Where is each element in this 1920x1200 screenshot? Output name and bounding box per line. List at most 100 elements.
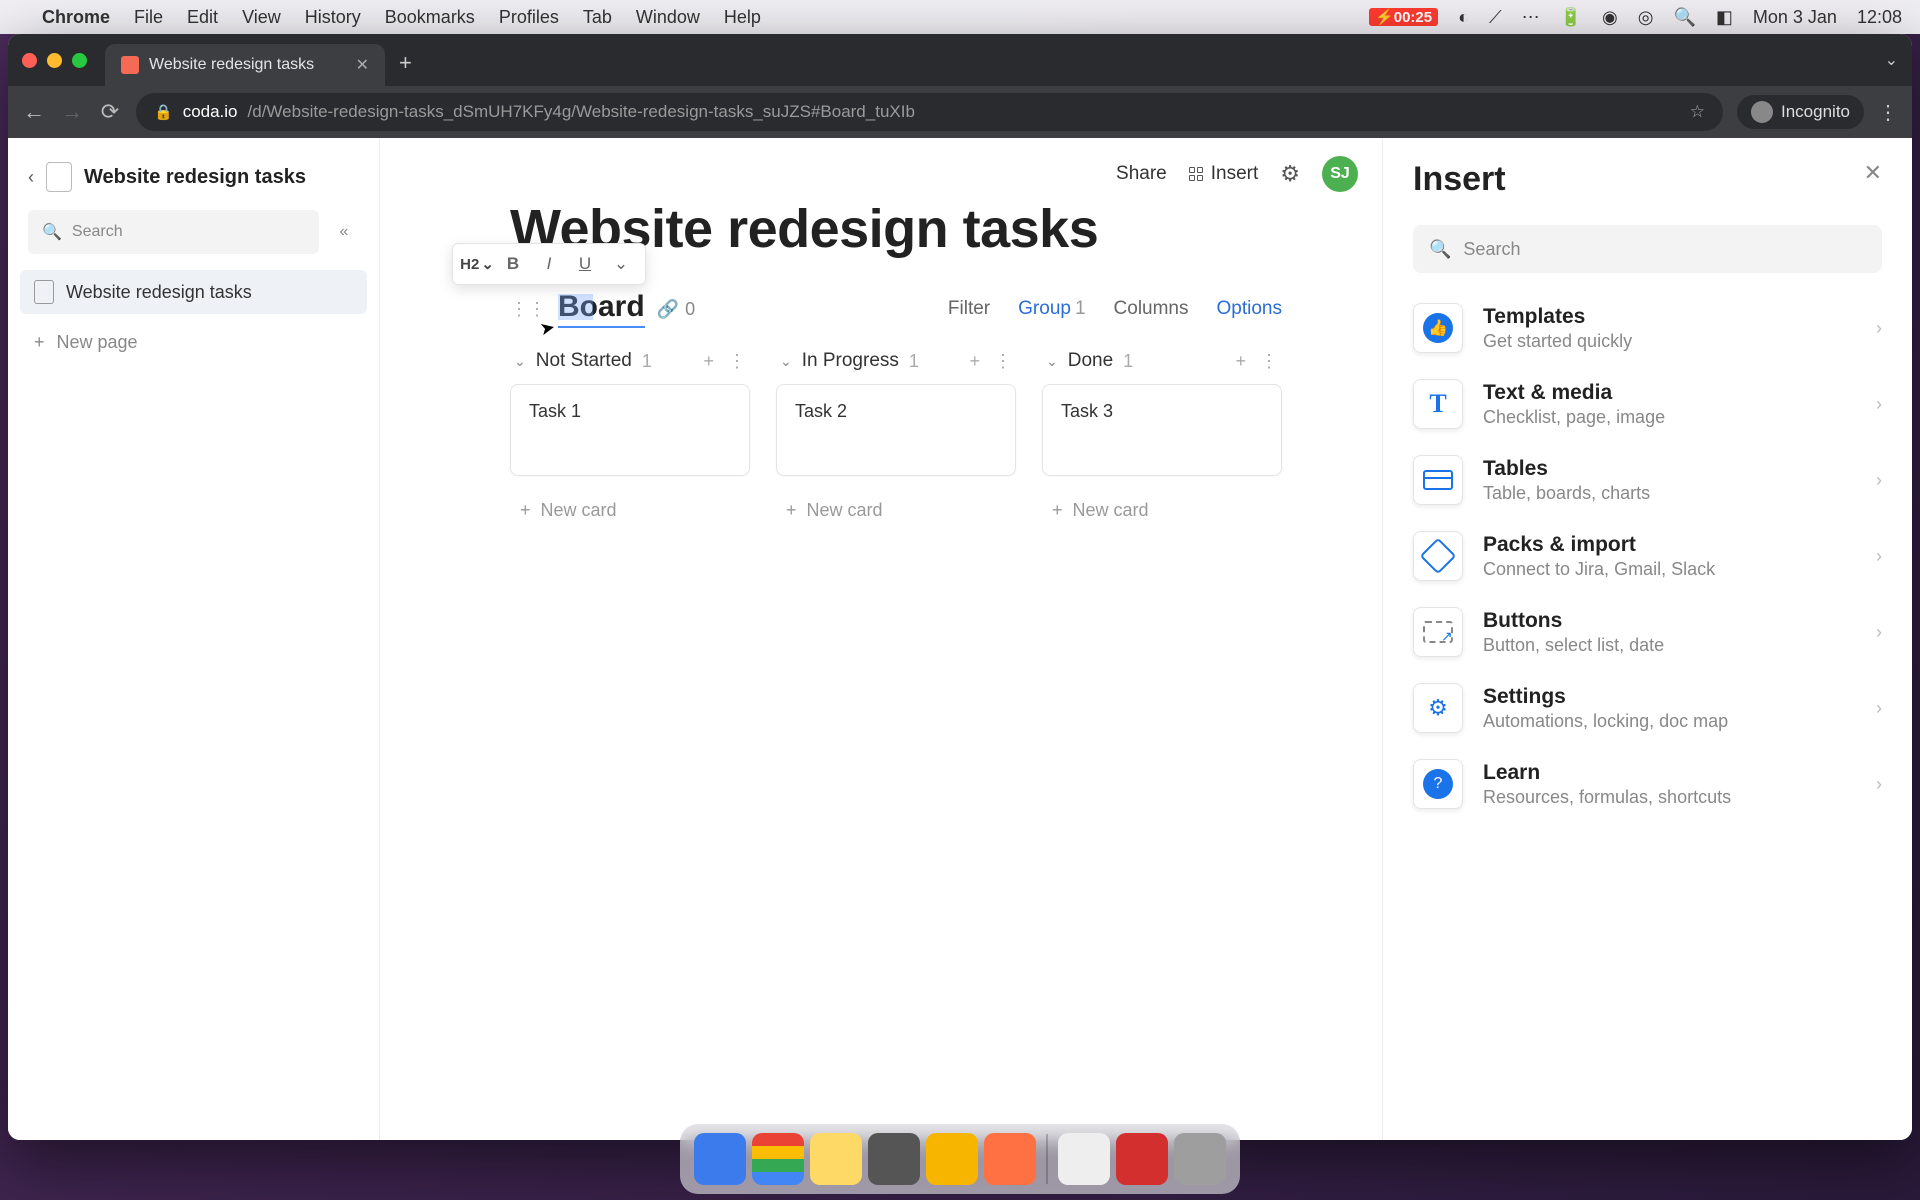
new-page-button[interactable]: + New page: [8, 320, 379, 365]
menubar-app-name[interactable]: Chrome: [42, 7, 110, 28]
back-chevron-icon[interactable]: ‹: [28, 167, 34, 188]
status-icon[interactable]: ◐: [1458, 7, 1469, 28]
tab-close-icon[interactable]: ✕: [356, 55, 369, 75]
board-columns-button[interactable]: Columns: [1114, 298, 1189, 320]
sidebar-page-item[interactable]: Website redesign tasks: [20, 270, 367, 314]
italic-button[interactable]: I: [533, 248, 565, 280]
more-format-button[interactable]: ⌄: [605, 248, 637, 280]
collapse-sidebar-button[interactable]: «: [329, 217, 359, 247]
menubar-window[interactable]: Window: [636, 7, 700, 28]
board-link-count[interactable]: 🔗 0: [657, 299, 695, 320]
underline-button[interactable]: U: [569, 248, 601, 280]
status-icon[interactable]: ⋯: [1522, 7, 1540, 28]
packs-icon: [1413, 531, 1463, 581]
menubar-date[interactable]: Mon 3 Jan: [1753, 7, 1837, 28]
insert-category-templates[interactable]: 👍 TemplatesGet started quickly ›: [1413, 303, 1882, 353]
new-card-button[interactable]: +New card: [510, 486, 750, 535]
mac-menubar: Chrome File Edit View History Bookmarks …: [0, 0, 1920, 34]
doc-title[interactable]: Website redesign tasks: [84, 166, 306, 189]
column-title[interactable]: In Progress: [802, 350, 899, 372]
column-title[interactable]: Done: [1068, 350, 1113, 372]
heading-selector[interactable]: H2 ⌄: [461, 248, 493, 280]
board-card[interactable]: Task 1: [510, 384, 750, 476]
dock-app[interactable]: [1058, 1133, 1110, 1185]
column-menu-icon[interactable]: ⋮: [994, 351, 1012, 372]
wifi-icon[interactable]: ◉: [1602, 7, 1618, 28]
board-card[interactable]: Task 3: [1042, 384, 1282, 476]
menubar-help[interactable]: Help: [724, 7, 761, 28]
battery-indicator[interactable]: ⚡00:25: [1369, 8, 1438, 26]
chrome-menu-button[interactable]: ⋮: [1878, 100, 1898, 125]
siri-icon[interactable]: ◧: [1716, 7, 1733, 28]
insert-category-tables[interactable]: TablesTable, boards, charts ›: [1413, 455, 1882, 505]
drag-handle-icon[interactable]: ⋮⋮: [510, 299, 546, 320]
dock-app[interactable]: [926, 1133, 978, 1185]
insert-panel-search[interactable]: 🔍 Search: [1413, 225, 1882, 273]
menubar-view[interactable]: View: [242, 7, 281, 28]
menubar-time[interactable]: 12:08: [1857, 7, 1902, 28]
insert-panel-title: Insert: [1413, 160, 1882, 199]
incognito-badge[interactable]: Incognito: [1737, 95, 1864, 129]
battery-icon[interactable]: 🔋: [1560, 7, 1582, 28]
status-icon[interactable]: ⟋: [1489, 7, 1502, 28]
bold-button[interactable]: B: [497, 248, 529, 280]
window-close-button[interactable]: [22, 53, 37, 68]
dock-trash-icon[interactable]: [1174, 1133, 1226, 1185]
board-group-button[interactable]: Group1: [1018, 298, 1085, 320]
board-options-button[interactable]: Options: [1217, 298, 1282, 320]
dock-app[interactable]: [984, 1133, 1036, 1185]
column-title[interactable]: Not Started: [536, 350, 632, 372]
add-card-icon[interactable]: +: [969, 351, 980, 372]
address-bar[interactable]: 🔒 coda.io/d/Website-redesign-tasks_dSmUH…: [136, 93, 1723, 131]
tab-overflow-icon[interactable]: ⌄: [1885, 50, 1898, 70]
page-icon: [34, 280, 54, 304]
chevron-down-icon[interactable]: ⌄: [780, 353, 792, 370]
new-card-button[interactable]: +New card: [776, 486, 1016, 535]
chevron-down-icon[interactable]: ⌄: [1046, 353, 1058, 370]
dock-app-terminal[interactable]: [868, 1133, 920, 1185]
plus-icon: +: [520, 500, 531, 521]
nav-forward-button[interactable]: →: [60, 99, 84, 125]
menubar-history[interactable]: History: [305, 7, 361, 28]
board-filter-button[interactable]: Filter: [948, 298, 990, 320]
add-card-icon[interactable]: +: [1235, 351, 1246, 372]
search-icon: 🔍: [42, 222, 62, 242]
dock-app-finder[interactable]: [694, 1133, 746, 1185]
column-menu-icon[interactable]: ⋮: [1260, 351, 1278, 372]
menubar-file[interactable]: File: [134, 7, 163, 28]
new-tab-button[interactable]: +: [399, 50, 412, 76]
nav-back-button[interactable]: ←: [22, 99, 46, 125]
insert-category-settings[interactable]: ⚙ SettingsAutomations, locking, doc map …: [1413, 683, 1882, 733]
window-maximize-button[interactable]: [72, 53, 87, 68]
chevron-right-icon: ›: [1876, 546, 1882, 567]
menubar-tab[interactable]: Tab: [583, 7, 612, 28]
panel-close-button[interactable]: ✕: [1864, 160, 1882, 186]
user-avatar[interactable]: SJ: [1322, 156, 1358, 192]
dock-app[interactable]: [1116, 1133, 1168, 1185]
menubar-edit[interactable]: Edit: [187, 7, 218, 28]
insert-category-text-media[interactable]: T Text & mediaChecklist, page, image ›: [1413, 379, 1882, 429]
browser-tab[interactable]: Website redesign tasks ✕: [105, 44, 385, 86]
window-minimize-button[interactable]: [47, 53, 62, 68]
nav-reload-button[interactable]: ⟳: [98, 99, 122, 125]
dock-app-chrome[interactable]: [752, 1133, 804, 1185]
add-card-icon[interactable]: +: [703, 351, 714, 372]
sidebar-search-input[interactable]: 🔍 Search: [28, 210, 319, 254]
share-button[interactable]: Share: [1116, 163, 1167, 185]
insert-category-packs[interactable]: Packs & importConnect to Jira, Gmail, Sl…: [1413, 531, 1882, 581]
insert-category-learn[interactable]: ? LearnResources, formulas, shortcuts ›: [1413, 759, 1882, 809]
dock-app-notes[interactable]: [810, 1133, 862, 1185]
board-title[interactable]: Board: [558, 290, 645, 328]
insert-button[interactable]: Insert: [1189, 163, 1259, 185]
chevron-down-icon[interactable]: ⌄: [514, 353, 526, 370]
menubar-profiles[interactable]: Profiles: [499, 7, 559, 28]
new-card-button[interactable]: +New card: [1042, 486, 1282, 535]
control-center-icon[interactable]: ◎: [1638, 7, 1654, 28]
column-menu-icon[interactable]: ⋮: [728, 351, 746, 372]
board-card[interactable]: Task 2: [776, 384, 1016, 476]
bookmark-star-icon[interactable]: ☆: [1690, 102, 1705, 122]
menubar-bookmarks[interactable]: Bookmarks: [385, 7, 475, 28]
settings-gear-icon[interactable]: ⚙: [1280, 161, 1300, 187]
insert-category-buttons[interactable]: ButtonsButton, select list, date ›: [1413, 607, 1882, 657]
spotlight-icon[interactable]: 🔍: [1673, 7, 1695, 28]
